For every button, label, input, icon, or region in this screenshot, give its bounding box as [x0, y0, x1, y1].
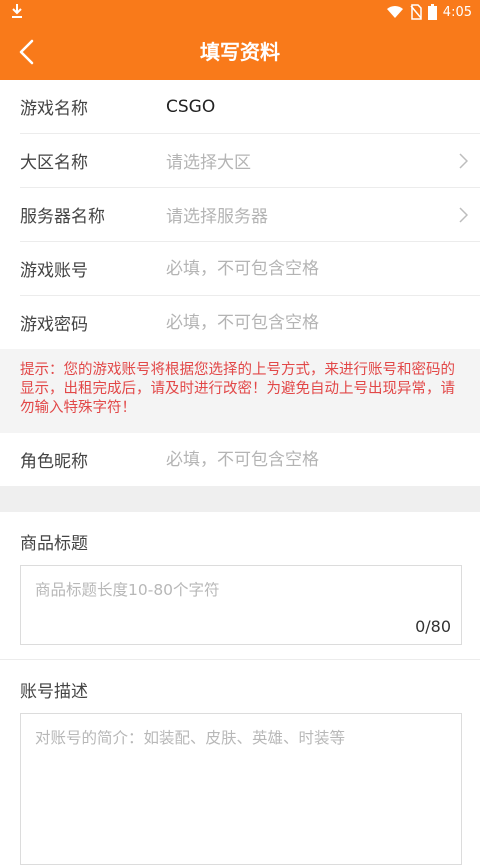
no-sim-icon: [410, 4, 422, 20]
game-name-value: CSGO: [166, 96, 216, 117]
account-row: 游戏账号: [20, 242, 480, 296]
game-name-row: 游戏名称 CSGO: [20, 80, 480, 134]
product-title-box: 0/80: [20, 565, 462, 645]
product-title-input[interactable]: [21, 566, 461, 616]
server-label: 服务器名称: [20, 207, 105, 227]
section-gap: [0, 486, 480, 512]
download-icon: [12, 4, 22, 18]
server-select[interactable]: 服务器名称 请选择服务器: [20, 188, 480, 242]
chevron-right-icon: [459, 207, 468, 223]
password-row: 游戏密码: [20, 296, 480, 349]
nickname-row: 角色昵称: [20, 433, 480, 486]
region-select[interactable]: 大区名称 请选择大区: [20, 134, 480, 188]
game-name-label: 游戏名称: [20, 99, 88, 119]
password-input[interactable]: [166, 312, 426, 333]
product-title-label: 商品标题: [20, 534, 88, 554]
account-input[interactable]: [166, 258, 426, 279]
account-desc-label: 账号描述: [20, 682, 88, 702]
password-label: 游戏密码: [20, 315, 88, 335]
battery-icon: [427, 4, 437, 20]
wifi-icon: [386, 5, 403, 18]
status-time: 4:05: [442, 4, 472, 20]
account-label: 游戏账号: [20, 261, 88, 281]
nickname-label: 角色昵称: [20, 452, 88, 472]
region-placeholder: 请选择大区: [166, 153, 251, 173]
account-desc-input[interactable]: [21, 714, 461, 862]
server-placeholder: 请选择服务器: [166, 207, 268, 227]
nickname-input[interactable]: [166, 449, 426, 470]
page-title: 填写资料: [200, 40, 280, 64]
title-bar: 填写资料: [0, 24, 480, 80]
region-label: 大区名称: [20, 153, 88, 173]
product-title-counter: 0/80: [415, 617, 451, 636]
chevron-right-icon: [459, 153, 468, 169]
status-bar: 4:05: [0, 0, 480, 24]
notice-text: 提示：您的游戏账号将根据您选择的上号方式，来进行账号和密码的显示，出租完成后，请…: [0, 349, 480, 433]
account-desc-box: [20, 713, 462, 865]
